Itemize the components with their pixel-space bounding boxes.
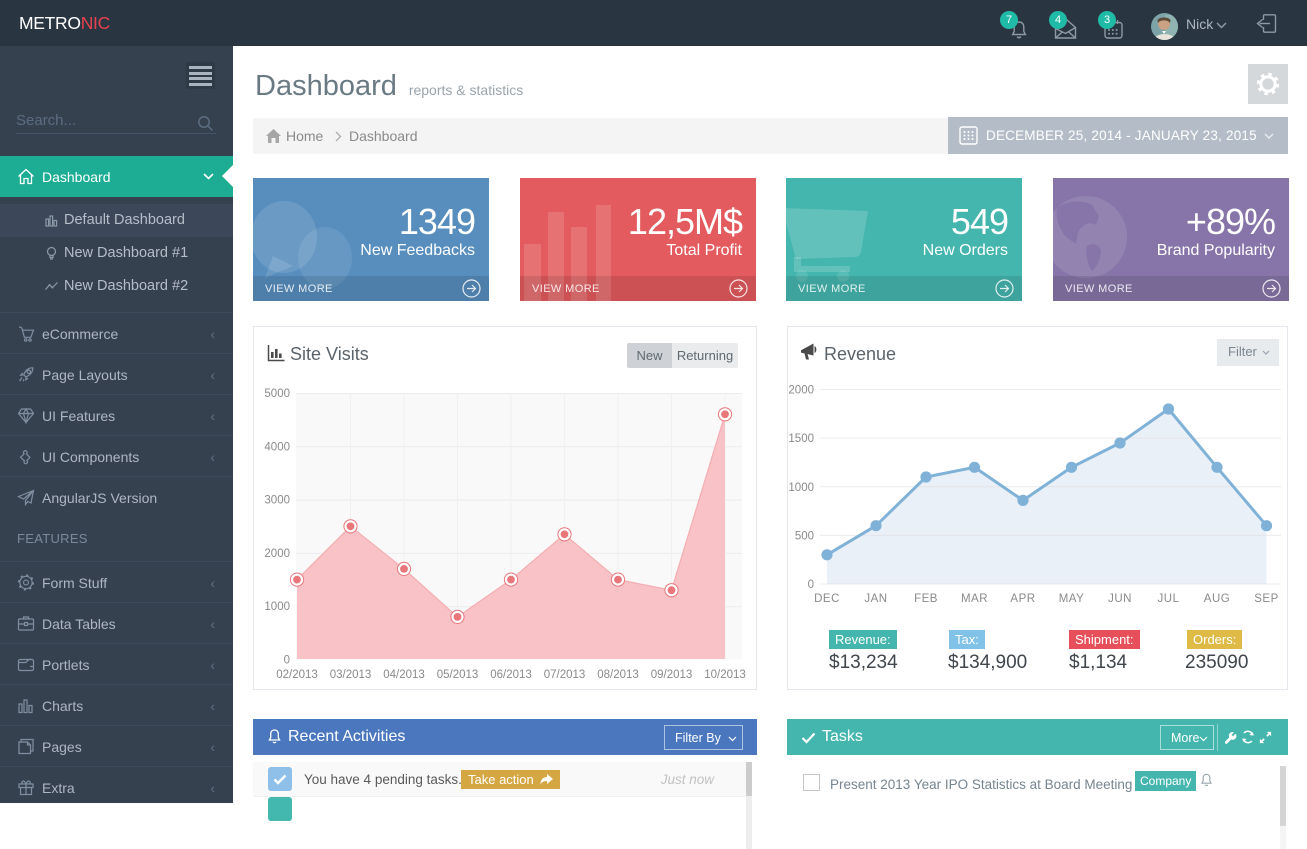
svg-text:APR: APR bbox=[1010, 593, 1035, 605]
svg-text:2000: 2000 bbox=[264, 548, 290, 560]
svg-text:0: 0 bbox=[808, 579, 814, 591]
svg-text:10/2013: 10/2013 bbox=[704, 669, 746, 681]
svg-text:JUN: JUN bbox=[1108, 593, 1132, 605]
svg-text:MAY: MAY bbox=[1059, 593, 1085, 605]
svg-text:DEC: DEC bbox=[814, 593, 840, 605]
svg-text:AUG: AUG bbox=[1204, 593, 1230, 605]
svg-text:500: 500 bbox=[795, 530, 814, 542]
svg-text:2000: 2000 bbox=[788, 385, 814, 397]
svg-text:MAR: MAR bbox=[961, 593, 988, 605]
svg-text:08/2013: 08/2013 bbox=[597, 669, 639, 681]
svg-text:04/2013: 04/2013 bbox=[383, 669, 425, 681]
svg-text:03/2013: 03/2013 bbox=[330, 669, 372, 681]
svg-text:SEP: SEP bbox=[1254, 593, 1279, 605]
svg-text:06/2013: 06/2013 bbox=[490, 669, 532, 681]
svg-text:09/2013: 09/2013 bbox=[651, 669, 693, 681]
svg-text:07/2013: 07/2013 bbox=[544, 669, 586, 681]
svg-text:1000: 1000 bbox=[264, 601, 290, 613]
svg-text:5000: 5000 bbox=[264, 388, 290, 400]
svg-text:3000: 3000 bbox=[264, 495, 290, 507]
svg-text:05/2013: 05/2013 bbox=[437, 669, 479, 681]
svg-text:JUL: JUL bbox=[1158, 593, 1180, 605]
svg-text:0: 0 bbox=[284, 655, 290, 667]
svg-text:FEB: FEB bbox=[914, 593, 938, 605]
svg-text:1000: 1000 bbox=[788, 482, 814, 494]
svg-text:4000: 4000 bbox=[264, 441, 290, 453]
svg-text:02/2013: 02/2013 bbox=[276, 669, 318, 681]
svg-text:JAN: JAN bbox=[864, 593, 887, 605]
svg-text:1500: 1500 bbox=[788, 433, 814, 445]
